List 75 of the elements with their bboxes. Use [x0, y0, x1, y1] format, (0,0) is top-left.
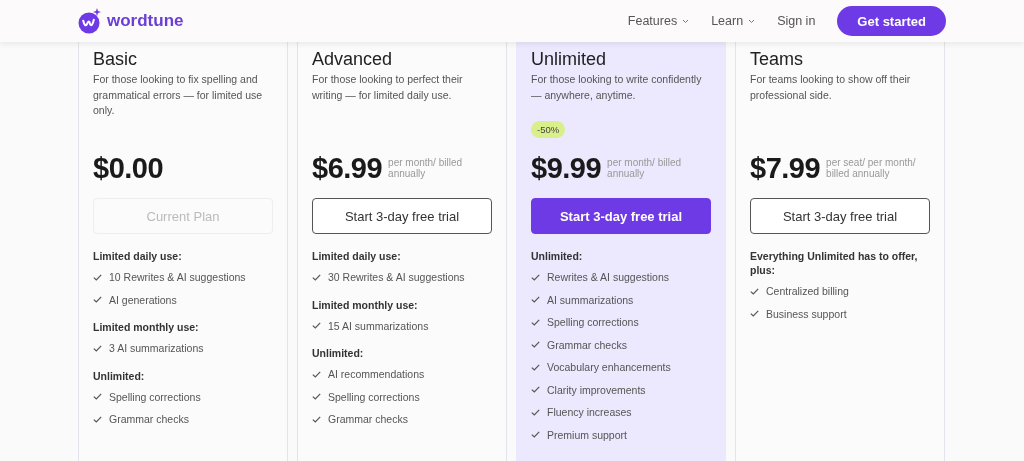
check-icon [531, 431, 540, 439]
feature-item: Premium support [547, 428, 627, 441]
price: $7.99 [750, 151, 821, 185]
price: $0.00 [93, 151, 164, 185]
check-icon [93, 296, 102, 304]
plan-name: Advanced [312, 49, 394, 70]
caret-icon [748, 18, 756, 24]
feature-item: Grammar checks [328, 413, 408, 426]
feature-item: 3 AI summarizations [109, 342, 204, 355]
logo-icon [78, 8, 101, 34]
check-icon [750, 310, 759, 318]
plan-description: For those looking to write confidently — anywhere, anytime. [531, 72, 703, 103]
price: $6.99 [312, 151, 383, 185]
feature-heading: Unlimited: [93, 368, 146, 383]
price-note: per month/ billed annually [388, 156, 463, 180]
nav-link[interactable]: Sign in [777, 14, 816, 28]
feature-item: Grammar checks [547, 338, 627, 351]
trial-button[interactable]: Start 3-day free trial [312, 198, 492, 234]
check-icon [531, 363, 540, 371]
feature-heading: Everything Unlimited has to offer, plus: [750, 249, 919, 277]
check-icon [531, 273, 540, 281]
feature-item: AI generations [109, 293, 177, 306]
feature-item: Business support [766, 307, 847, 320]
feature-item: Clarity improvements [547, 383, 646, 396]
feature-item: Centralized billing [766, 285, 849, 298]
feature-item: Grammar checks [109, 413, 189, 426]
plan-description: For those looking to perfect their writing — for limited daily use. [312, 72, 464, 103]
plan-name: Basic [93, 49, 138, 70]
trial-button[interactable]: Start 3-day free trial [531, 198, 711, 234]
nav-link[interactable]: Learn [711, 14, 756, 28]
check-icon [531, 386, 540, 394]
check-icon [531, 318, 540, 326]
caret-icon [682, 18, 690, 24]
check-icon [312, 393, 321, 401]
feature-item: 10 Rewrites & AI suggestions [109, 271, 246, 284]
trial-button[interactable]: Start 3-day free trial [750, 198, 930, 234]
feature-item: AI recommendations [328, 368, 425, 381]
feature-item: AI summarizations [547, 293, 634, 306]
feature-item: Spelling corrections [547, 316, 639, 329]
feature-heading: Limited daily use: [312, 249, 402, 263]
feature-heading: Limited daily use: [93, 249, 183, 263]
logo-text[interactable]: wordtune [107, 11, 184, 31]
check-icon [531, 341, 540, 349]
price-note: per month/ billed annually [607, 156, 682, 180]
check-icon [531, 408, 540, 416]
feature-heading: Limited monthly use: [93, 320, 200, 334]
feature-item: 30 Rewrites & AI suggestions [328, 271, 465, 284]
plan-description: For teams looking to show off their professional side. [750, 72, 912, 103]
check-icon [312, 415, 321, 423]
check-icon [93, 415, 102, 423]
check-icon [312, 273, 321, 281]
feature-heading: Limited monthly use: [312, 297, 419, 312]
check-icon [312, 370, 321, 378]
check-icon [93, 393, 102, 401]
price: $9.99 [531, 151, 602, 185]
check-icon [531, 296, 540, 304]
feature-heading: Unlimited: [312, 346, 365, 360]
feature-item: Vocabulary enhancements [547, 361, 671, 374]
plan-description: For those looking to fix spelling and grammatical errors — for limited use only. [93, 72, 264, 118]
feature-heading: Unlimited: [531, 249, 584, 263]
plan-name: Teams [750, 49, 804, 70]
plan-name: Unlimited [531, 49, 608, 70]
feature-item: Rewrites & AI suggestions [547, 271, 669, 284]
check-icon [312, 322, 321, 330]
feature-item: Spelling corrections [109, 390, 201, 403]
feature-item: Fluency increases [547, 406, 632, 419]
check-icon [93, 273, 102, 281]
check-icon [93, 344, 102, 352]
discount-badge: -50% [531, 121, 566, 138]
nav-link[interactable]: Features [627, 14, 690, 28]
get-started-button[interactable]: Get started [837, 6, 946, 36]
check-icon [750, 287, 759, 295]
feature-item: Spelling corrections [328, 390, 420, 403]
price-note: per seat/ per month/ billed annually [826, 156, 917, 180]
feature-item: 15 AI summarizations [328, 319, 429, 332]
